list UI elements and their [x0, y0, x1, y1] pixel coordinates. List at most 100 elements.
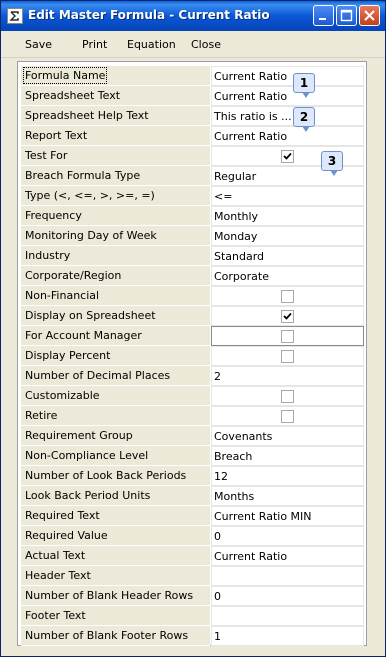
property-label[interactable]: Header Text	[21, 566, 210, 586]
property-grid: Formula Name Current Ratio Spreadsheet Tex…	[17, 61, 367, 646]
property-label-text: Report Text	[25, 129, 88, 142]
property-label-text: Look Back Period Units	[25, 489, 151, 502]
property-label-text: Breach Formula Type	[25, 169, 141, 182]
property-label[interactable]: Non-Compliance Level	[21, 446, 210, 466]
property-label[interactable]: Look Back Period Units	[21, 486, 210, 506]
property-value-field[interactable]: <=	[211, 186, 364, 206]
property-label[interactable]: Number of Blank Footer Rows	[21, 626, 210, 646]
property-value-field[interactable]: 0	[211, 586, 364, 606]
property-value-field[interactable]: Current Ratio	[211, 86, 364, 106]
property-label[interactable]: Spreadsheet Text	[21, 86, 210, 106]
property-value-field[interactable]: This ratio is ...	[211, 106, 364, 126]
property-label[interactable]: Retire	[21, 406, 210, 426]
property-value-field[interactable]: Corporate	[211, 266, 364, 286]
property-row: Frequency Monthly	[18, 206, 366, 226]
property-label[interactable]: Frequency	[21, 206, 210, 226]
property-checkbox-cell[interactable]	[211, 406, 364, 426]
unchecked-checkbox[interactable]	[281, 410, 294, 423]
property-label-text: Number of Look Back Periods	[25, 469, 187, 482]
property-label[interactable]: Actual Text	[21, 546, 210, 566]
checked-checkbox[interactable]	[281, 310, 294, 323]
property-value-field[interactable]: Current Ratio MIN	[211, 506, 364, 526]
property-value-text: 1	[214, 630, 221, 643]
maximize-button[interactable]	[336, 5, 357, 26]
property-row: Required Text Current Ratio MIN	[18, 506, 366, 526]
callout-1: 1	[293, 73, 315, 98]
property-value-field[interactable]: 2	[211, 366, 364, 386]
property-label[interactable]: Type (<, <=, >, >=, =)	[21, 186, 210, 206]
property-label[interactable]: Display Percent	[21, 346, 210, 366]
property-label[interactable]: Footer Text	[21, 606, 210, 626]
checked-checkbox[interactable]	[281, 150, 294, 163]
property-label[interactable]: Requirement Group	[21, 426, 210, 446]
property-value-field[interactable]: 0	[211, 526, 364, 546]
property-label-text: Number of Blank Header Rows	[25, 589, 194, 602]
property-row: Corporate/Region Corporate	[18, 266, 366, 286]
title-bar[interactable]: Edit Master Formula - Current Ratio	[1, 1, 385, 31]
property-label-text: Display on Spreadsheet	[25, 309, 156, 322]
property-label[interactable]: For Account Manager	[21, 326, 210, 346]
property-label[interactable]: Test For	[21, 146, 210, 166]
property-label-text: Display Percent	[25, 349, 111, 362]
property-value-field[interactable]: Monday	[211, 226, 364, 246]
property-checkbox-cell[interactable]	[211, 306, 364, 326]
property-value-text: Monthly	[214, 210, 259, 223]
property-label[interactable]: Report Text	[21, 126, 210, 146]
property-label[interactable]: Required Value	[21, 526, 210, 546]
property-label[interactable]: Breach Formula Type	[21, 166, 210, 186]
property-label[interactable]: Number of Look Back Periods	[21, 466, 210, 486]
property-value-field[interactable]: Current Ratio	[211, 66, 364, 86]
menu-save[interactable]: Save	[25, 38, 52, 51]
property-row: Industry Standard	[18, 246, 366, 266]
property-row: Number of Decimal Places 2	[18, 366, 366, 386]
unchecked-checkbox[interactable]	[281, 350, 294, 363]
unchecked-checkbox[interactable]	[281, 290, 294, 303]
property-value-field[interactable]: Current Ratio	[211, 126, 364, 146]
property-label[interactable]: Industry	[21, 246, 210, 266]
property-value-field[interactable]: Months	[211, 486, 364, 506]
property-label[interactable]: Spreadsheet Help Text	[21, 106, 210, 126]
property-label[interactable]: Number of Blank Header Rows	[21, 586, 210, 606]
callout-1-label: 1	[299, 76, 309, 90]
unchecked-checkbox[interactable]	[281, 390, 294, 403]
property-value-field[interactable]: Covenants	[211, 426, 364, 446]
property-label[interactable]: Corporate/Region	[21, 266, 210, 286]
property-row: Breach Formula Type Regular	[18, 166, 366, 186]
menu-print[interactable]: Print	[82, 38, 107, 51]
property-row: Number of Blank Header Rows 0	[18, 586, 366, 606]
property-label[interactable]: Formula Name	[21, 66, 210, 86]
property-value-text: Current Ratio MIN	[214, 510, 312, 523]
property-value-field[interactable]: 12	[211, 466, 364, 486]
property-value-text: Standard	[214, 250, 265, 263]
close-window-button[interactable]	[359, 5, 380, 26]
menu-equation[interactable]: Equation	[127, 38, 176, 51]
property-label[interactable]: Display on Spreadsheet	[21, 306, 210, 326]
property-label-text: Monitoring Day of Week	[25, 229, 157, 242]
menu-close[interactable]: Close	[191, 38, 221, 51]
property-label[interactable]: Monitoring Day of Week	[21, 226, 210, 246]
property-label[interactable]: Required Text	[21, 506, 210, 526]
property-row: Type (<, <=, >, >=, =) <=	[18, 186, 366, 206]
property-value-field[interactable]: Standard	[211, 246, 364, 266]
property-value-text: Breach	[214, 450, 253, 463]
property-checkbox-cell[interactable]	[211, 326, 364, 346]
property-value-field[interactable]: Current Ratio	[211, 546, 364, 566]
property-checkbox-cell[interactable]	[211, 386, 364, 406]
property-row: Non-Financial	[18, 286, 366, 306]
property-checkbox-cell[interactable]	[211, 286, 364, 306]
property-checkbox-cell[interactable]	[211, 346, 364, 366]
property-label[interactable]: Non-Financial	[21, 286, 210, 306]
property-value-text: Monday	[214, 230, 258, 243]
property-value-field[interactable]: Monthly	[211, 206, 364, 226]
property-label-text: Non-Financial	[25, 289, 100, 302]
property-label-text: Retire	[25, 409, 58, 422]
property-value-field[interactable]: Breach	[211, 446, 364, 466]
property-label[interactable]: Number of Decimal Places	[21, 366, 210, 386]
property-row: Number of Look Back Periods 12	[18, 466, 366, 486]
unchecked-checkbox[interactable]	[281, 330, 294, 343]
property-value-field[interactable]	[211, 606, 364, 626]
property-value-field[interactable]	[211, 566, 364, 586]
property-value-field[interactable]: 1	[211, 626, 364, 646]
minimize-button[interactable]	[313, 5, 334, 26]
property-label[interactable]: Customizable	[21, 386, 210, 406]
